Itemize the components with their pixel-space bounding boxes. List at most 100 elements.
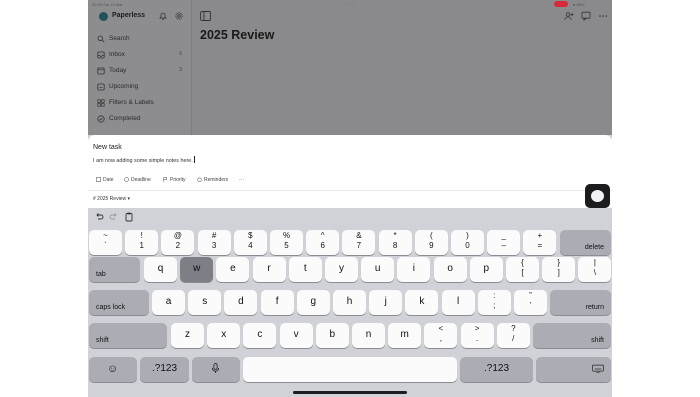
more-icon[interactable] [598, 11, 608, 21]
delete-key[interactable]: delete [559, 230, 611, 255]
key-shift-glyph: ^ [320, 231, 325, 240]
key-3[interactable]: #3 [197, 230, 231, 255]
sidebar-item-search[interactable]: Search [94, 32, 188, 46]
key-v[interactable]: v [279, 323, 313, 348]
key-6[interactable]: ^ 6 [306, 230, 340, 255]
comment-icon[interactable] [581, 11, 591, 21]
key-apostrophe[interactable]: ”’ [514, 290, 547, 315]
shift-key-right[interactable]: shift [533, 323, 611, 348]
key-d[interactable]: d [224, 290, 258, 315]
add-person-icon[interactable] [564, 11, 574, 21]
key-j[interactable]: j [369, 290, 403, 315]
task-description-input[interactable]: I am now adding some simple notes here. [93, 156, 195, 164]
multitask-dots[interactable]: ··· [346, 1, 355, 7]
key-5[interactable]: % 5 [270, 230, 303, 255]
key-g[interactable]: g [296, 290, 330, 315]
key-shift-glyph: $ [248, 231, 253, 240]
key-f[interactable]: f [260, 290, 294, 315]
numbers-key-left[interactable]: .?123 [140, 357, 189, 382]
undo-icon[interactable] [94, 212, 104, 222]
sidebar-item-inbox[interactable]: Inbox 6 [94, 48, 188, 62]
key-glyph: z [185, 329, 190, 340]
key-glyph: 6 [320, 241, 325, 250]
key-glyph: a [165, 296, 172, 307]
key-semicolon[interactable]: :; [477, 290, 511, 315]
dictation-button[interactable] [585, 184, 610, 208]
key-q[interactable]: q [144, 257, 177, 282]
shift-key-left[interactable]: shift [89, 323, 167, 348]
key-k[interactable]: k [405, 290, 439, 315]
deadline-chip[interactable]: Deadline [121, 174, 154, 185]
space-bar[interactable] [243, 357, 457, 382]
avatar[interactable] [99, 12, 108, 21]
key-y[interactable]: y [325, 257, 358, 282]
key-4[interactable]: $4 [233, 230, 267, 255]
emoji-icon: ☺ [107, 363, 119, 375]
key-s[interactable]: s [188, 290, 222, 315]
key-\[interactable]: | \ [578, 257, 612, 282]
key-8[interactable]: * 8 [378, 230, 412, 255]
task-title-input[interactable]: New task [93, 144, 122, 151]
key-1[interactable]: ! 1 [125, 230, 159, 255]
gear-icon[interactable] [174, 11, 184, 21]
key-n[interactable]: n [352, 323, 385, 348]
key-t[interactable]: t [288, 257, 322, 282]
app-name[interactable]: Paperless [112, 12, 145, 19]
key-z[interactable]: z [171, 323, 204, 348]
key-period[interactable]: >. [460, 323, 494, 348]
key-slash[interactable]: ? / [496, 323, 530, 348]
key-2[interactable]: @2 [161, 230, 195, 255]
key-glyph: r [267, 263, 271, 274]
key-glyph: 3 [211, 241, 217, 250]
key-w[interactable]: w [180, 257, 214, 282]
hide-keyboard-key[interactable] [536, 357, 611, 382]
key-][interactable]: }] [542, 257, 576, 282]
key-7[interactable]: & 7 [342, 230, 376, 255]
key-p[interactable]: p [469, 257, 503, 282]
sidebar-toggle-icon[interactable] [200, 11, 211, 21]
home-indicator[interactable] [293, 391, 407, 394]
key-c[interactable]: c [243, 323, 277, 348]
dictation-key[interactable] [192, 357, 240, 382]
redo-icon[interactable] [109, 212, 119, 222]
sidebar-item-today[interactable]: Today 3 [94, 64, 188, 78]
key-`[interactable]: ~ ` [89, 230, 122, 255]
key-b[interactable]: b [315, 323, 349, 348]
key-h[interactable]: h [333, 290, 366, 315]
key-–[interactable]: _ – [487, 230, 521, 255]
page-title: 2025 Review [200, 28, 275, 42]
paste-icon[interactable] [124, 212, 134, 222]
keyboard-toolbar [88, 208, 612, 228]
key-u[interactable]: u [361, 257, 395, 282]
sidebar-item-completed[interactable]: Completed [94, 112, 188, 126]
key-o[interactable]: o [433, 257, 467, 282]
tab-key[interactable]: tab [89, 257, 140, 282]
sidebar-item-filters-labels[interactable]: Filters & Labels [94, 96, 188, 110]
key-9[interactable]: (9 [414, 230, 448, 255]
caps-lock-key[interactable]: caps lock [89, 290, 149, 315]
project-selector[interactable]: # 2025 Review ▾ [93, 196, 130, 202]
more-options-chip[interactable]: ··· [236, 174, 247, 185]
key-m[interactable]: m [388, 323, 422, 348]
key-a[interactable]: a [152, 290, 185, 315]
key-l[interactable]: l [441, 290, 475, 315]
priority-chip[interactable]: Priority [160, 174, 189, 185]
key-glyph: g [310, 296, 317, 307]
key-shift-glyph: | [593, 258, 596, 267]
key-r[interactable]: r [252, 257, 286, 282]
return-key[interactable]: return [550, 290, 611, 315]
key-[[interactable]: {[ [506, 257, 539, 282]
key-x[interactable]: x [207, 323, 241, 348]
key-i[interactable]: i [397, 257, 431, 282]
key-0[interactable]: ) 0 [451, 230, 484, 255]
key-=[interactable]: + = [523, 230, 557, 255]
numbers-key-right[interactable]: .?123 [460, 357, 533, 382]
date-chip[interactable]: Date [93, 174, 117, 185]
key-e[interactable]: e [216, 257, 250, 282]
record-icon [591, 190, 604, 202]
sidebar-item-upcoming[interactable]: Upcoming [94, 80, 188, 94]
emoji-key[interactable]: ☺ [89, 357, 137, 382]
key-comma[interactable]: <, [424, 323, 458, 348]
reminders-chip[interactable]: Reminders [194, 174, 231, 185]
bell-icon[interactable] [158, 11, 168, 21]
